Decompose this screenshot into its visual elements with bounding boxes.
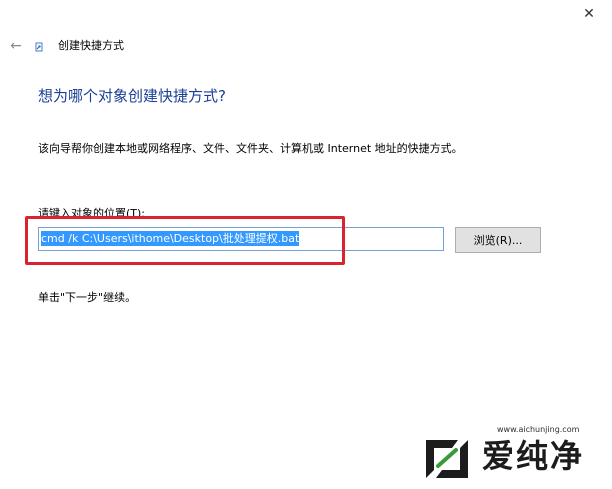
close-icon: ✕	[583, 6, 595, 22]
watermark-url: www.aichunjing.com	[497, 425, 580, 434]
location-input[interactable]: cmd /k C:\Users\ithome\Desktop\批处理提权.bat	[38, 227, 444, 251]
back-button[interactable]: ←	[6, 36, 26, 56]
watermark: www.aichunjing.com 爱纯净	[412, 424, 612, 489]
wizard-title: 创建快捷方式	[58, 39, 124, 52]
next-step-hint: 单击"下一步"继续。	[38, 291, 137, 304]
close-button[interactable]: ✕	[578, 6, 600, 22]
back-arrow-icon: ←	[10, 38, 22, 54]
aichunjing-logo	[426, 440, 468, 478]
location-input-value: cmd /k C:\Users\ithome\Desktop\批处理提权.bat	[41, 231, 300, 246]
watermark-brand: 爱纯净	[482, 437, 585, 475]
wizard-description: 该向导帮你创建本地或网络程序、文件、文件夹、计算机或 Internet 地址的快…	[38, 142, 463, 155]
location-label: 请键入对象的位置(T):	[38, 207, 146, 220]
page-heading: 想为哪个对象创建快捷方式?	[38, 87, 226, 105]
create-shortcut-window: ✕ ← 创建快捷方式 想为哪个对象创建快捷方式? 该向导帮你创建本地或网络程序、…	[0, 0, 612, 489]
shortcut-icon	[35, 42, 43, 52]
browse-button[interactable]: 浏览(R)...	[455, 227, 541, 253]
